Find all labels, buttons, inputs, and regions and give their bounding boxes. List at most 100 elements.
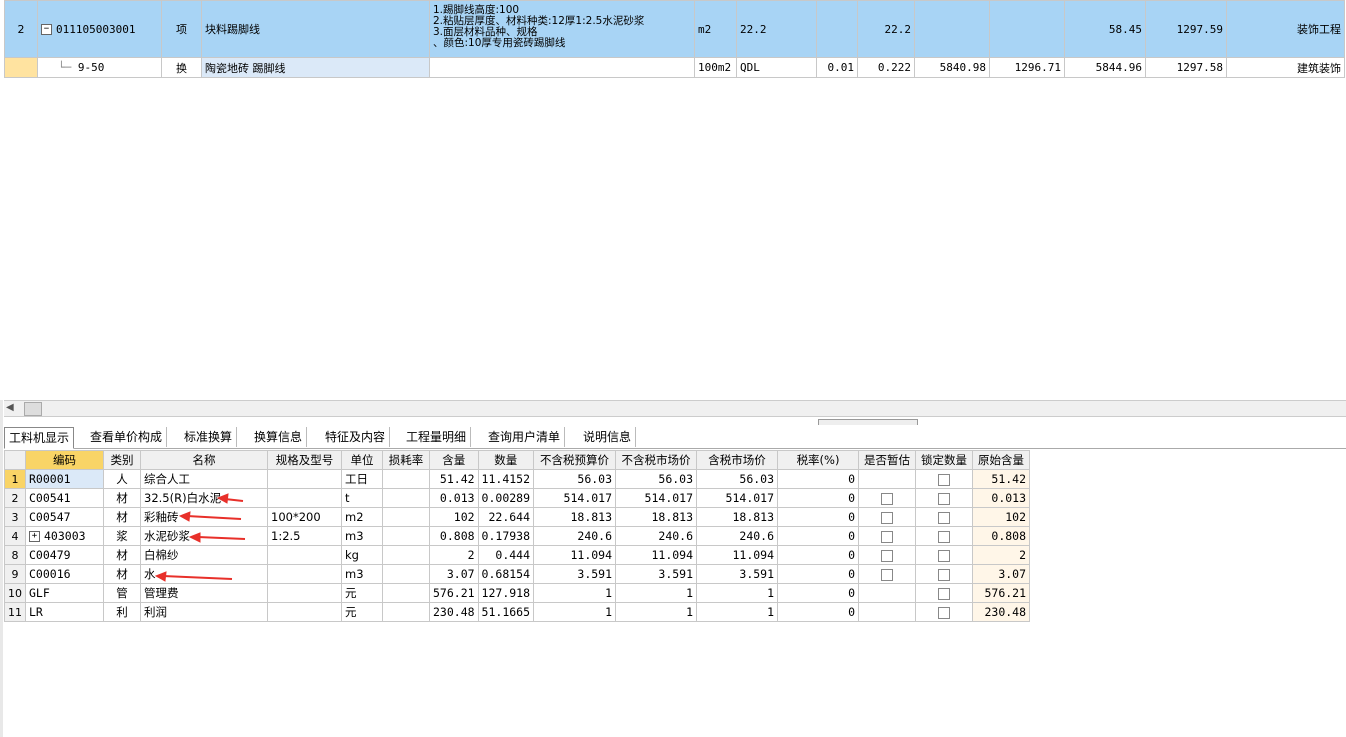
tax-market-price[interactable]: 240.6 [696, 526, 779, 546]
bill-unit[interactable]: m2 [694, 0, 737, 58]
provisional-checkbox[interactable] [858, 469, 917, 489]
loss-rate[interactable] [382, 583, 430, 603]
table-row[interactable]: 10 GLF 管管理费元 576.21 127.918 1 1 1 0 576.21 [4, 583, 1031, 603]
material-code[interactable]: C00541 [25, 488, 104, 508]
material-unit[interactable]: m3 [341, 526, 383, 546]
header-content[interactable]: 含量 [429, 450, 479, 470]
original-content[interactable]: 2 [972, 545, 1031, 565]
tax-rate[interactable]: 0 [777, 488, 860, 508]
market-price[interactable]: 1 [615, 602, 698, 622]
tax-market-price[interactable]: 11.094 [696, 545, 779, 565]
material-name[interactable]: 32.5(R)白水泥 [140, 488, 268, 508]
tax-rate[interactable]: 0 [777, 564, 860, 584]
table-row[interactable]: 9 C00016 材水 m3 3.07 0.68154 3.591 3.591 3.591 0 3.… [4, 564, 1031, 584]
provisional-checkbox[interactable] [858, 564, 917, 584]
material-category[interactable]: 材 [103, 545, 141, 565]
quantity-value[interactable]: 0.444 [477, 545, 535, 565]
quantity-value[interactable]: 0.17938 [477, 526, 535, 546]
material-name[interactable]: 水泥砂浆 [140, 526, 268, 546]
content-value[interactable]: 51.42 [429, 469, 479, 489]
checkbox-icon[interactable] [881, 530, 894, 543]
quota-name[interactable]: 陶瓷地砖 踢脚线 [201, 57, 430, 78]
original-content[interactable]: 0.013 [972, 488, 1031, 508]
scrollbar-thumb[interactable] [24, 402, 42, 416]
material-spec[interactable] [267, 564, 342, 584]
header-spec[interactable]: 规格及型号 [267, 450, 342, 470]
material-category[interactable]: 利 [103, 602, 141, 622]
tab-conversion-info[interactable]: 换算信息 [250, 427, 308, 447]
material-category[interactable]: 人 [103, 469, 141, 489]
material-spec[interactable] [267, 488, 342, 508]
material-unit[interactable]: 元 [341, 583, 383, 603]
checkbox-icon[interactable] [938, 587, 951, 600]
material-spec[interactable] [267, 583, 342, 603]
quota-qty[interactable]: 0.222 [857, 57, 915, 78]
tax-rate[interactable]: 0 [777, 526, 860, 546]
material-code[interactable]: C00479 [25, 545, 104, 565]
tab-query-user-list[interactable]: 查询用户清单 [484, 427, 566, 447]
expand-icon[interactable]: + [29, 531, 40, 542]
original-content[interactable]: 51.42 [972, 469, 1031, 489]
loss-rate[interactable] [382, 564, 430, 584]
budget-price[interactable]: 56.03 [533, 469, 617, 489]
content-value[interactable]: 230.48 [429, 602, 479, 622]
material-code[interactable]: GLF [25, 583, 104, 603]
header-loss-rate[interactable]: 损耗率 [382, 450, 430, 470]
material-name[interactable]: 水 [140, 564, 268, 584]
bill-row-selected[interactable]: 2 −011105003001 项 块料踢脚线 1.踢脚线高度:100 2.粘贴… [4, 0, 1345, 58]
tax-market-price[interactable]: 514.017 [696, 488, 779, 508]
quota-expr[interactable]: QDL [736, 57, 817, 78]
tab-quantity-detail[interactable]: 工程量明细 [402, 427, 472, 447]
tax-rate[interactable]: 0 [777, 602, 860, 622]
material-unit[interactable]: m3 [341, 564, 383, 584]
checkbox-icon[interactable] [938, 511, 951, 524]
tab-labor-material-machine[interactable]: 工料机显示 [4, 427, 75, 449]
material-spec[interactable] [267, 469, 342, 489]
header-budget-price[interactable]: 不含税预算价 [533, 450, 617, 470]
quantity-value[interactable]: 22.644 [477, 507, 535, 527]
loss-rate[interactable] [382, 469, 430, 489]
quantity-value[interactable]: 11.4152 [477, 469, 535, 489]
budget-price[interactable]: 1 [533, 583, 617, 603]
material-code[interactable]: R00001 [25, 469, 104, 489]
header-lock-qty[interactable]: 锁定数量 [915, 450, 974, 470]
market-price[interactable]: 11.094 [615, 545, 698, 565]
content-value[interactable]: 102 [429, 507, 479, 527]
material-category[interactable]: 材 [103, 564, 141, 584]
lock-qty-checkbox[interactable] [915, 507, 974, 527]
provisional-checkbox[interactable] [858, 507, 917, 527]
budget-price[interactable]: 18.813 [533, 507, 617, 527]
material-unit[interactable]: 工日 [341, 469, 383, 489]
header-category[interactable]: 类别 [103, 450, 141, 470]
material-name[interactable]: 管理费 [140, 583, 268, 603]
scroll-left-icon[interactable]: ◀ [6, 402, 14, 413]
material-category[interactable]: 管 [103, 583, 141, 603]
quota-row[interactable]: └─ 9-50 换 陶瓷地砖 踢脚线 100m2 QDL 0.01 0.222 … [4, 57, 1345, 78]
lock-qty-checkbox[interactable] [915, 583, 974, 603]
header-tax-rate[interactable]: 税率(%) [777, 450, 860, 470]
budget-price[interactable]: 514.017 [533, 488, 617, 508]
tax-market-price[interactable]: 18.813 [696, 507, 779, 527]
material-unit[interactable]: m2 [341, 507, 383, 527]
collapse-icon[interactable]: − [41, 24, 52, 35]
lock-qty-checkbox[interactable] [915, 545, 974, 565]
checkbox-icon[interactable] [938, 530, 951, 543]
content-value[interactable]: 0.013 [429, 488, 479, 508]
header-original-content[interactable]: 原始含量 [972, 450, 1031, 470]
market-price[interactable]: 240.6 [615, 526, 698, 546]
material-spec[interactable]: 100*200 [267, 507, 342, 527]
bill-qty[interactable]: 22.2 [857, 0, 915, 58]
material-name[interactable]: 白棉纱 [140, 545, 268, 565]
checkbox-icon[interactable] [881, 511, 894, 524]
material-name[interactable]: 利润 [140, 602, 268, 622]
quantity-value[interactable]: 0.68154 [477, 564, 535, 584]
tab-unit-price-composition[interactable]: 查看单价构成 [86, 427, 168, 447]
market-price[interactable]: 1 [615, 583, 698, 603]
content-value[interactable]: 576.21 [429, 583, 479, 603]
provisional-checkbox[interactable] [858, 488, 917, 508]
header-market-price[interactable]: 不含税市场价 [615, 450, 698, 470]
market-price[interactable]: 56.03 [615, 469, 698, 489]
budget-price[interactable]: 3.591 [533, 564, 617, 584]
material-code[interactable]: C00547 [25, 507, 104, 527]
quantity-value[interactable]: 127.918 [477, 583, 535, 603]
